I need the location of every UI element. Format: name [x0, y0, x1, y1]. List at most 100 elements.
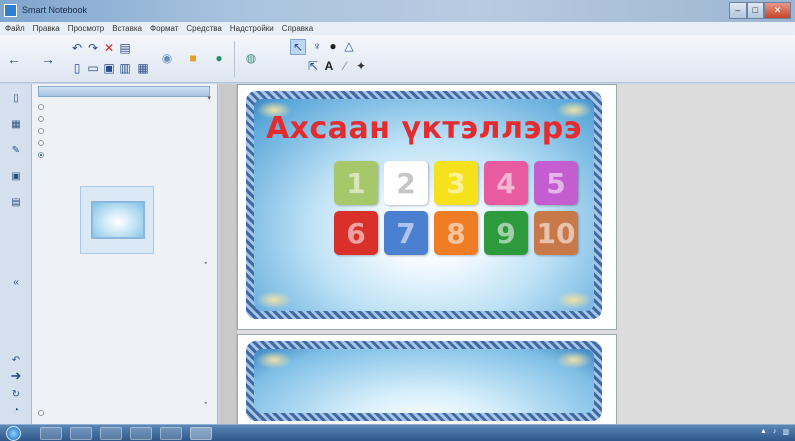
- number-tile-1[interactable]: 1: [334, 161, 378, 205]
- option-item[interactable]: [38, 104, 47, 110]
- addons-icon[interactable]: ▤: [8, 194, 24, 210]
- paste-icon[interactable]: ▥: [118, 61, 132, 75]
- menu-tools[interactable]: Средства: [186, 22, 221, 35]
- option-item[interactable]: [38, 140, 47, 146]
- maximize-button[interactable]: □: [746, 2, 765, 19]
- side-panel: ▾ ▪ ▪: [32, 84, 218, 424]
- screen-shade-icon[interactable]: ▤: [118, 41, 132, 55]
- radio-button[interactable]: [38, 128, 44, 134]
- refresh-icon[interactable]: ↻: [8, 386, 24, 402]
- taskbar-app-notebook[interactable]: [160, 427, 182, 440]
- attachments-icon[interactable]: ✎: [8, 142, 24, 158]
- taskbar-app-powerpoint[interactable]: [190, 427, 212, 440]
- document-camera-icon[interactable]: ◉: [158, 49, 176, 67]
- taskbar-app-media[interactable]: [70, 427, 92, 440]
- scroll-handle-icon[interactable]: ▪: [205, 260, 207, 267]
- radio-button[interactable]: [38, 116, 44, 122]
- help-icon[interactable]: ◔: [8, 402, 24, 418]
- eraser-icon[interactable]: ♆: [310, 39, 324, 53]
- radio-button[interactable]: [38, 104, 44, 110]
- option-item[interactable]: [38, 152, 47, 158]
- window-title: Smart Notebook: [22, 5, 88, 15]
- number-tile-4[interactable]: 4: [484, 161, 528, 205]
- language-icon[interactable]: ▲: [760, 428, 767, 436]
- checkbox[interactable]: [38, 410, 44, 416]
- left-tab-strip: ▯ ▦ ✎ ▣ ▤ « ↶ ➜ ↻ ◔: [0, 84, 32, 424]
- slide-2: [246, 341, 602, 421]
- number-tile-8[interactable]: 8: [434, 211, 478, 255]
- page-2[interactable]: [237, 334, 617, 424]
- undo-side-icon[interactable]: ↶: [8, 352, 24, 368]
- menu-file[interactable]: Файл: [5, 22, 25, 35]
- move-right-icon[interactable]: ➜: [8, 368, 24, 384]
- scroll-handle-icon[interactable]: ▪: [205, 400, 207, 407]
- number-tile-6[interactable]: 6: [334, 211, 378, 255]
- menu-addons[interactable]: Надстройки: [230, 22, 274, 35]
- background-thumbnail[interactable]: [80, 186, 154, 254]
- open-icon[interactable]: ▭: [86, 61, 100, 75]
- bottom-option[interactable]: [38, 410, 47, 416]
- panel-header: [38, 86, 210, 97]
- option-item[interactable]: [38, 116, 47, 122]
- workspace: Ахсаан үктэллэрэ 1 2 3 4 5 6 7 8 9 10: [219, 84, 795, 424]
- undo-icon[interactable]: ↶: [70, 41, 84, 55]
- magic-pen-icon[interactable]: ⁄: [338, 59, 352, 73]
- close-button[interactable]: ✕: [764, 2, 792, 19]
- number-tile-5[interactable]: 5: [534, 161, 578, 205]
- gallery-tab-icon[interactable]: ▦: [8, 116, 24, 132]
- color-picker-icon[interactable]: ✦: [354, 59, 368, 73]
- new-page-icon[interactable]: ▯: [70, 61, 84, 75]
- slide-title[interactable]: Ахсаан үктэллэрэ: [254, 111, 594, 146]
- toolbar-separator: [234, 41, 235, 77]
- window-controls: – □ ✕: [729, 2, 792, 19]
- capture-icon[interactable]: ●: [210, 49, 228, 67]
- number-tile-10[interactable]: 10: [534, 211, 578, 255]
- delete-icon[interactable]: ✕: [102, 41, 116, 55]
- fill-icon[interactable]: ●: [326, 39, 340, 53]
- table-icon[interactable]: ▦: [136, 61, 150, 75]
- number-tile-2[interactable]: 2: [384, 161, 428, 205]
- number-tile-3[interactable]: 3: [434, 161, 478, 205]
- volume-icon[interactable]: ♪: [773, 428, 777, 436]
- redo-icon[interactable]: ↷: [86, 41, 100, 55]
- thumbnail-image: [91, 201, 145, 239]
- panel-close-icon[interactable]: ▾: [207, 94, 211, 102]
- forward-arrow-icon[interactable]: →: [40, 51, 56, 67]
- toolbar: ← → ↶ ↷ ✕ ▤ ▯ ▭ ▣ ▥ ▦ ◉ ■ ● ◍ ↖ ♆ ● △ ⇱ …: [0, 35, 795, 83]
- start-button[interactable]: [6, 426, 21, 441]
- shapes-icon[interactable]: △: [342, 39, 356, 53]
- text-icon[interactable]: A: [322, 59, 336, 73]
- save-icon[interactable]: ▣: [102, 61, 116, 75]
- app-icon: [4, 4, 17, 17]
- pen-icon[interactable]: ↖: [290, 39, 306, 55]
- page-1[interactable]: Ахсаан үктэллэрэ 1 2 3 4 5 6 7 8 9 10: [237, 84, 617, 330]
- minimize-button[interactable]: –: [729, 2, 747, 19]
- number-tile-7[interactable]: 7: [384, 211, 428, 255]
- menu-bar: Файл Правка Просмотр Вставка Формат Сред…: [0, 22, 795, 35]
- radio-button-selected[interactable]: [38, 152, 44, 158]
- line-icon[interactable]: ⇱: [306, 59, 320, 73]
- select-icon[interactable]: ◍: [242, 49, 260, 67]
- menu-format[interactable]: Формат: [150, 22, 178, 35]
- number-tile-9[interactable]: 9: [484, 211, 528, 255]
- radio-button[interactable]: [38, 140, 44, 146]
- menu-view[interactable]: Просмотр: [68, 22, 105, 35]
- slide-1: Ахсаан үктэллэрэ 1 2 3 4 5 6 7 8 9 10: [246, 91, 602, 319]
- menu-help[interactable]: Справка: [282, 22, 313, 35]
- taskbar-app-explorer[interactable]: [40, 427, 62, 440]
- gallery-icon[interactable]: ■: [184, 49, 202, 67]
- taskbar-app-paint[interactable]: [130, 427, 152, 440]
- corner-ornament: [256, 291, 292, 309]
- back-arrow-icon[interactable]: ←: [6, 51, 22, 67]
- corner-ornament: [556, 351, 592, 369]
- properties-icon[interactable]: ▣: [8, 168, 24, 184]
- taskbar-app-firefox[interactable]: [100, 427, 122, 440]
- option-item[interactable]: [38, 128, 47, 134]
- app-window: Smart Notebook – □ ✕ Файл Правка Просмот…: [0, 0, 795, 441]
- page-sorter-icon[interactable]: ▯: [8, 90, 24, 106]
- network-icon[interactable]: ▥: [782, 428, 789, 436]
- menu-edit[interactable]: Правка: [33, 22, 60, 35]
- menu-insert[interactable]: Вставка: [112, 22, 142, 35]
- collapse-icon[interactable]: «: [8, 274, 24, 290]
- title-bar: Smart Notebook – □ ✕: [0, 0, 795, 22]
